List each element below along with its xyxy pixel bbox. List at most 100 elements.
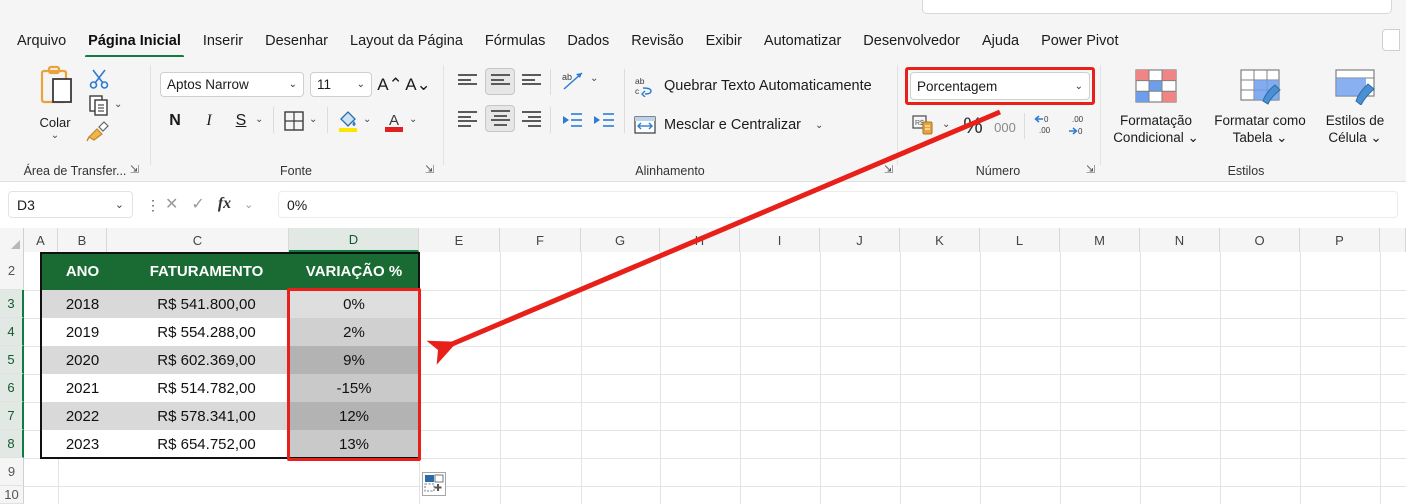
accounting-format-button[interactable]: R$ <box>912 114 936 141</box>
column-header-H[interactable]: H <box>660 228 740 252</box>
font-divider <box>273 107 274 133</box>
tab-pagina-inicial[interactable]: Página Inicial <box>77 29 192 58</box>
name-box[interactable]: D3 ⌄ <box>8 191 133 218</box>
font-family-combo[interactable]: Aptos Narrow ⌄ <box>160 72 304 97</box>
align-center-button[interactable] <box>485 105 515 132</box>
bold-button[interactable]: N <box>163 109 187 133</box>
paste-button[interactable]: Colar ⌄ <box>22 65 88 141</box>
tab-ajuda[interactable]: Ajuda <box>971 29 1030 53</box>
decrease-indent-button[interactable] <box>560 111 584 134</box>
tab-revisao[interactable]: Revisão <box>620 29 694 53</box>
copy-button[interactable] <box>88 94 110 121</box>
decrease-decimal-button[interactable]: .00 0 <box>1064 114 1090 141</box>
column-header-F[interactable]: F <box>500 228 581 252</box>
chevron-down-icon: ⌄ <box>356 79 365 90</box>
column-header-I[interactable]: I <box>740 228 820 252</box>
column-header-K[interactable]: K <box>900 228 980 252</box>
tab-inserir[interactable]: Inserir <box>192 29 254 53</box>
tab-automatizar[interactable]: Automatizar <box>753 29 852 53</box>
column-header-B[interactable]: B <box>58 228 107 252</box>
borders-chevron-down-icon[interactable]: ⌄ <box>309 114 317 125</box>
borders-button[interactable] <box>284 111 304 136</box>
tab-formulas[interactable]: Fórmulas <box>474 29 556 53</box>
formula-bar-more-options[interactable]: ⋮ <box>146 197 160 214</box>
bold-icon: N <box>169 112 181 129</box>
underline-button[interactable]: S <box>229 109 253 133</box>
select-all-corner[interactable] <box>0 228 24 252</box>
column-header-E[interactable]: E <box>419 228 500 252</box>
increase-indent-button[interactable] <box>592 111 616 134</box>
font-dialog-launcher[interactable]: ⇲ <box>423 164 436 177</box>
tab-dados[interactable]: Dados <box>556 29 620 53</box>
row-header-3[interactable]: 3 <box>0 290 24 318</box>
column-header-M[interactable]: M <box>1060 228 1140 252</box>
conditional-formatting-label-2: Condicional ⌄ <box>1113 130 1199 145</box>
name-box-value: D3 <box>17 196 35 213</box>
accounting-chevron-down-icon[interactable]: ⌄ <box>942 119 950 130</box>
column-header-Q[interactable] <box>1380 228 1406 252</box>
font-color-chevron-down-icon[interactable]: ⌄ <box>409 114 417 125</box>
number-dialog-launcher[interactable]: ⇲ <box>1084 164 1097 177</box>
tab-layout-da-pagina[interactable]: Layout da Página <box>339 29 474 53</box>
column-header-N[interactable]: N <box>1140 228 1220 252</box>
italic-button[interactable]: I <box>197 109 221 133</box>
font-size-combo[interactable]: 11 ⌄ <box>310 72 372 97</box>
row-header-9[interactable]: 9 <box>0 458 24 486</box>
fill-color-button[interactable] <box>337 109 359 138</box>
font-color-button[interactable]: A <box>383 109 405 138</box>
row-header-4[interactable]: 4 <box>0 318 24 346</box>
cut-button[interactable] <box>88 67 110 94</box>
search-input[interactable] <box>922 0 1392 14</box>
underline-chevron-down-icon[interactable]: ⌄ <box>255 114 263 125</box>
column-header-O[interactable]: O <box>1220 228 1300 252</box>
align-middle-button[interactable] <box>485 68 515 95</box>
decrease-font-size-button[interactable]: A⌄ <box>405 73 431 97</box>
fill-color-chevron-down-icon[interactable]: ⌄ <box>363 114 371 125</box>
tab-power-pivot[interactable]: Power Pivot <box>1030 29 1129 53</box>
column-header-G[interactable]: G <box>581 228 660 252</box>
column-header-D[interactable]: D <box>289 228 419 252</box>
copy-chevron-down-icon[interactable]: ⌄ <box>114 99 122 110</box>
row-header-2[interactable]: 2 <box>0 252 24 290</box>
cancel-entry-button[interactable]: ✕ <box>165 194 178 214</box>
increase-decimal-button[interactable]: 0 .00 <box>1031 114 1057 141</box>
paste-chevron-down-icon[interactable]: ⌄ <box>22 130 88 141</box>
orientation-chevron-down-icon[interactable]: ⌄ <box>590 73 598 84</box>
column-header-C[interactable]: C <box>107 228 289 252</box>
column-header-J[interactable]: J <box>820 228 900 252</box>
tab-desenvolvedor[interactable]: Desenvolvedor <box>852 29 971 53</box>
increase-font-size-button[interactable]: A⌃ <box>377 73 403 97</box>
ribbon-group-alignment: ab ⌄ ab c Quebrar Texto Automaticamente … <box>444 57 896 182</box>
row-header-7[interactable]: 7 <box>0 402 24 430</box>
tab-arquivo[interactable]: Arquivo <box>6 29 77 53</box>
format-as-table-button[interactable]: Formatar como Tabela ⌄ <box>1209 67 1311 146</box>
quick-analysis-button[interactable] <box>422 472 446 496</box>
confirm-entry-button[interactable]: ✓ <box>191 194 204 214</box>
formula-input[interactable]: 0% <box>278 191 1398 218</box>
tab-desenhar[interactable]: Desenhar <box>254 29 339 53</box>
merge-chevron-down-icon[interactable]: ⌄ <box>815 120 823 131</box>
cell-styles-button[interactable]: Estilos de Célula ⌄ <box>1314 67 1396 146</box>
merge-center-button[interactable]: Mesclar e Centralizar ⌄ <box>634 115 823 135</box>
chevron-down-icon: ⌄ <box>288 79 297 90</box>
row-header-8[interactable]: 8 <box>0 430 24 458</box>
column-header-A[interactable]: A <box>24 228 58 252</box>
insert-function-button[interactable]: fx <box>218 195 231 213</box>
ribbon-collapse-button[interactable] <box>1382 29 1400 51</box>
column-header-P[interactable]: P <box>1300 228 1380 252</box>
chevron-down-icon[interactable]: ⌄ <box>244 198 253 211</box>
column-header-L[interactable]: L <box>980 228 1060 252</box>
format-painter-button[interactable] <box>86 120 110 147</box>
row-header-5[interactable]: 5 <box>0 346 24 374</box>
wrap-text-button[interactable]: ab c Quebrar Texto Automaticamente <box>634 75 872 97</box>
align-right-icon <box>522 111 541 127</box>
alignment-dialog-launcher[interactable]: ⇲ <box>882 164 895 177</box>
row-header-10[interactable]: 10 <box>0 486 24 504</box>
conditional-formatting-button[interactable]: Formatação Condicional ⌄ <box>1107 67 1205 146</box>
comma-style-button[interactable]: 000 <box>990 117 1020 137</box>
row-header-6[interactable]: 6 <box>0 374 24 402</box>
text-orientation-button[interactable]: ab <box>560 69 586 98</box>
clipboard-dialog-launcher[interactable]: ⇲ <box>128 164 141 177</box>
tab-exibir[interactable]: Exibir <box>695 29 753 53</box>
percent-style-button[interactable]: % <box>960 113 986 139</box>
